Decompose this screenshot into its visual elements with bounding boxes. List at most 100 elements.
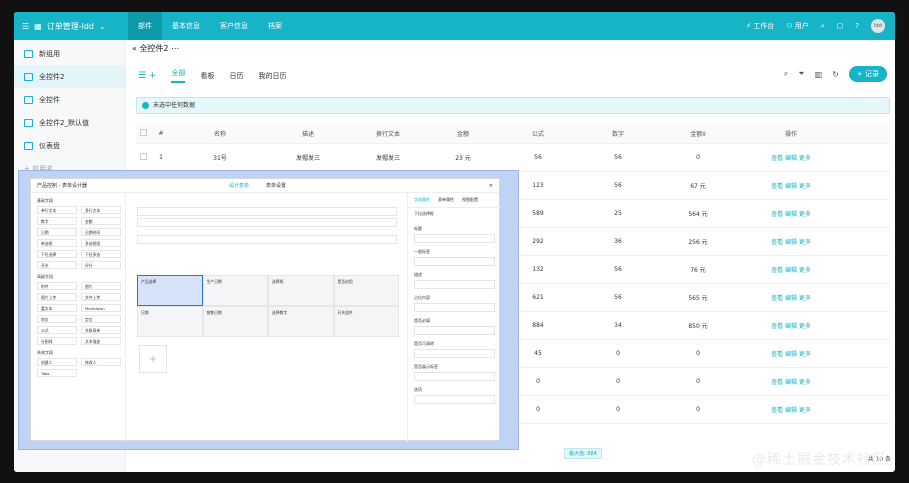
prop-input[interactable] bbox=[414, 280, 495, 289]
upload-placeholder[interactable]: + bbox=[139, 345, 167, 373]
tab-calendar[interactable]: 日历 bbox=[229, 71, 243, 81]
field-chip[interactable]: 修改人 bbox=[81, 358, 121, 366]
tab-my-calendar[interactable]: 我的日历 bbox=[258, 71, 286, 81]
table-cell[interactable]: 查看 编辑 更多 bbox=[758, 349, 824, 358]
field-chip[interactable]: 富文本 bbox=[37, 304, 77, 312]
table-cell[interactable]: 查看 编辑 更多 bbox=[758, 153, 824, 162]
column-header: 操作 bbox=[784, 131, 797, 138]
field-chip[interactable]: 开关 bbox=[37, 261, 77, 269]
column-header: # bbox=[158, 130, 164, 137]
doc-icon[interactable]: ▢ bbox=[837, 22, 844, 30]
prop-input[interactable] bbox=[414, 257, 495, 266]
field-chip[interactable]: Tabs bbox=[37, 369, 77, 377]
form-cell[interactable]: 日期 bbox=[137, 306, 203, 337]
field-chip[interactable]: 附件 bbox=[37, 282, 77, 290]
workbench-link[interactable]: ⚡ 工作台 bbox=[746, 21, 774, 31]
field-chip[interactable]: 定位 bbox=[81, 315, 121, 323]
help-icon[interactable]: ? bbox=[855, 22, 859, 30]
form-cell[interactable]: 选择数字 bbox=[268, 306, 334, 337]
prop-input[interactable] bbox=[414, 395, 495, 404]
tab-form-props[interactable]: 表单属性 bbox=[438, 197, 454, 203]
field-chip[interactable]: 分割线 bbox=[37, 337, 77, 345]
tab-field-props[interactable]: 字段属性 bbox=[414, 197, 430, 203]
field-chip[interactable]: 日期时间 bbox=[81, 228, 121, 236]
form-cell[interactable]: 开关组件 bbox=[333, 306, 399, 337]
avatar[interactable]: ldd bbox=[871, 19, 885, 33]
field-chip[interactable]: 图片上传 bbox=[37, 293, 77, 301]
nav-item[interactable]: 档案 bbox=[258, 12, 292, 40]
field-chip[interactable]: 金额 bbox=[81, 217, 121, 225]
nav-item[interactable]: 基本信息 bbox=[162, 12, 210, 40]
filter-icon[interactable]: ⏷ bbox=[798, 69, 804, 79]
menu-icon[interactable]: ☰ bbox=[22, 22, 29, 31]
table-cell[interactable]: 查看 编辑 更多 bbox=[758, 209, 824, 218]
table-cell[interactable]: 查看 编辑 更多 bbox=[758, 405, 824, 414]
form-cell[interactable]: 是否启用 bbox=[333, 275, 399, 306]
search-icon[interactable]: ⌕ bbox=[784, 69, 788, 79]
table-cell[interactable]: 查看 编辑 更多 bbox=[758, 237, 824, 246]
row-checkbox[interactable] bbox=[136, 129, 150, 138]
canvas-field[interactable] bbox=[137, 235, 397, 244]
chart-icon[interactable]: ▥ bbox=[815, 70, 823, 79]
sidebar-item-active[interactable]: 全控件2 bbox=[14, 65, 125, 88]
form-cell[interactable]: 选择框 bbox=[268, 275, 334, 306]
form-cell[interactable]: 销售日期 bbox=[202, 306, 268, 337]
tab-all[interactable]: 全部 bbox=[171, 68, 186, 83]
nav-item[interactable]: 部件 bbox=[128, 12, 162, 40]
field-chip[interactable]: 下拉多选 bbox=[81, 250, 121, 258]
field-chip[interactable]: 单选框 bbox=[37, 239, 77, 247]
add-record-button[interactable]: + 记录 bbox=[848, 66, 887, 82]
prop-input[interactable] bbox=[414, 326, 495, 335]
field-chip[interactable]: 文件上传 bbox=[81, 293, 121, 301]
form-cell[interactable]: 生产日期 bbox=[202, 275, 268, 306]
tab-design[interactable]: 设计表单 bbox=[229, 179, 249, 193]
field-chip[interactable]: 公式 bbox=[37, 326, 77, 334]
chevron-down-icon[interactable]: ⌄ bbox=[99, 22, 106, 31]
field-chip[interactable]: 多选框组 bbox=[81, 239, 121, 247]
form-cell[interactable]: 产品选择 bbox=[137, 275, 203, 306]
field-chip[interactable]: 创建人 bbox=[37, 358, 77, 366]
prop-input[interactable] bbox=[414, 372, 495, 381]
list-icon[interactable]: ☰ + bbox=[138, 71, 156, 81]
sidebar-item[interactable]: 全控件 bbox=[14, 88, 125, 111]
canvas-field[interactable] bbox=[137, 207, 397, 227]
field-chip[interactable]: Markdown bbox=[81, 304, 121, 312]
tab-kanban[interactable]: 看板 bbox=[200, 71, 214, 81]
table-cell[interactable]: 查看 编辑 更多 bbox=[758, 321, 824, 330]
table-cell: 0 bbox=[616, 406, 620, 413]
field-chip[interactable]: 日期 bbox=[37, 228, 77, 236]
app-switcher[interactable]: ☰ ▦ 订单管理-ldd ⌄ bbox=[14, 21, 128, 32]
refresh-icon[interactable]: ↻ bbox=[832, 70, 839, 79]
prop-input[interactable] bbox=[414, 349, 495, 358]
field-chip[interactable]: 数字 bbox=[37, 217, 77, 225]
table-cell[interactable]: 查看 编辑 更多 bbox=[758, 181, 824, 190]
sidebar-item[interactable]: 仪表盘 bbox=[14, 134, 125, 157]
column-header: 金额II bbox=[690, 131, 706, 138]
field-chip[interactable]: 文本描述 bbox=[81, 337, 121, 345]
nav-item[interactable]: 客户信息 bbox=[210, 12, 258, 40]
user-link[interactable]: ⚇ 用户 bbox=[786, 21, 809, 31]
field-properties: 字段属性 表单属性 视图配置 下拉选择框 标题 一般标签 描述 占位内容 是否必填 是否可… bbox=[407, 193, 501, 442]
field-chip[interactable]: 下拉选择 bbox=[37, 250, 77, 258]
table-cell[interactable]: 查看 编辑 更多 bbox=[758, 265, 824, 274]
sidebar-item[interactable]: 新组用 bbox=[14, 42, 125, 65]
field-chip[interactable]: 图片 bbox=[81, 282, 121, 290]
tab-view-config[interactable]: 视图配置 bbox=[462, 197, 478, 203]
grid-icon bbox=[24, 95, 33, 104]
table-cell[interactable]: 查看 编辑 更多 bbox=[758, 377, 824, 386]
field-chip[interactable]: 关联表单 bbox=[81, 326, 121, 334]
close-icon[interactable]: ✕ bbox=[489, 179, 493, 193]
field-chip[interactable]: 评分 bbox=[81, 261, 121, 269]
table-cell: 56 bbox=[614, 266, 622, 273]
grid-icon bbox=[24, 72, 33, 81]
prop-input[interactable] bbox=[414, 303, 495, 312]
field-chip[interactable]: 多行文本 bbox=[81, 206, 121, 214]
table-cell[interactable]: 查看 编辑 更多 bbox=[758, 293, 824, 302]
field-chip[interactable]: 单行文本 bbox=[37, 206, 77, 214]
sidebar-item[interactable]: 全控件2_默认值 bbox=[14, 111, 125, 134]
tab-settings[interactable]: 表单设置 bbox=[266, 179, 286, 193]
row-checkbox[interactable] bbox=[136, 153, 150, 162]
field-chip[interactable]: 地址 bbox=[37, 315, 77, 323]
search-icon[interactable]: ⌕ bbox=[821, 22, 825, 31]
prop-input[interactable] bbox=[414, 234, 495, 243]
